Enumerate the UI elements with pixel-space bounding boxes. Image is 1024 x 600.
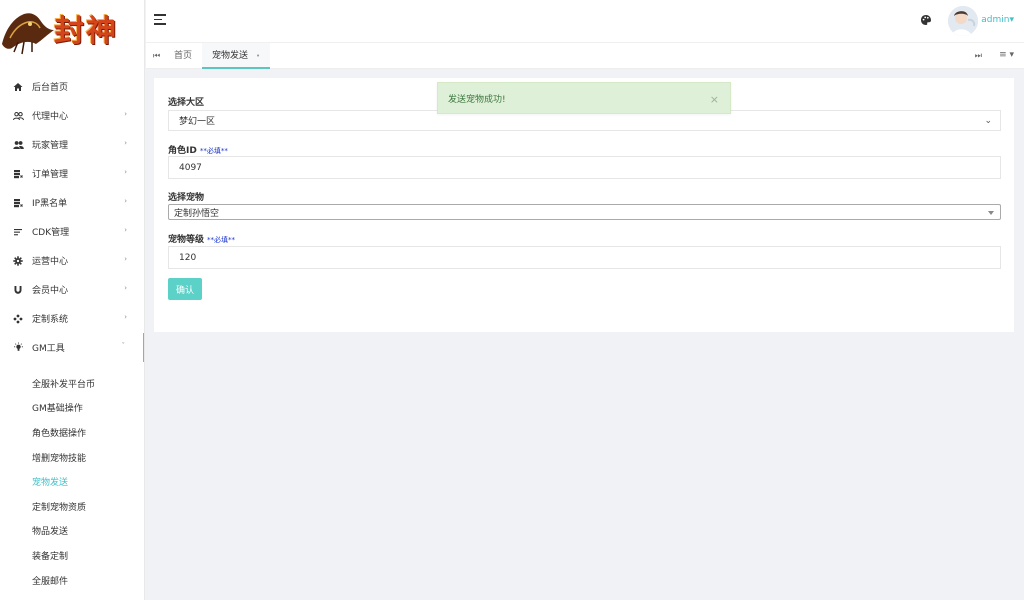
- chevron-right-icon: ›: [124, 284, 127, 292]
- pet-level-input[interactable]: 120: [168, 246, 1001, 269]
- close-icon[interactable]: ×: [710, 93, 719, 106]
- user-name: admin: [981, 15, 1010, 25]
- sidebar-item-label: 运营中心: [32, 257, 69, 267]
- role-id-input[interactable]: 4097: [168, 156, 1001, 179]
- sidebar-item-3[interactable]: 订单管理 ›: [0, 159, 144, 188]
- chevron-right-icon: ›: [124, 110, 127, 118]
- sidebar-item-label: 后台首页: [32, 83, 69, 93]
- submenu-item-5[interactable]: 定制宠物资质: [0, 494, 144, 519]
- tab-close-icon[interactable]: •: [256, 52, 260, 60]
- users-icon: [12, 139, 24, 151]
- chevron-down-icon: ⌄: [984, 115, 992, 126]
- pet-value: 定制孙悟空: [174, 208, 220, 219]
- sidebar-item-0[interactable]: 后台首页: [0, 72, 144, 101]
- chevron-right-icon: ›: [124, 226, 127, 234]
- submenu-item-4[interactable]: 宠物发送: [0, 469, 144, 494]
- home-icon: [12, 81, 24, 93]
- magnet-icon: [12, 284, 24, 296]
- chevron-right-icon: ›: [124, 168, 127, 176]
- chevron-down-icon: ˇ: [121, 342, 126, 350]
- submenu-item-3[interactable]: 增删宠物技能: [0, 445, 144, 470]
- chevron-right-icon: ›: [124, 313, 127, 321]
- pet-select[interactable]: 定制孙悟空: [168, 204, 1001, 220]
- sort-lines-icon: [12, 226, 24, 238]
- sidebar-item-label: IP黑名单: [32, 199, 68, 209]
- sidebar-item-label: 订单管理: [32, 170, 69, 180]
- pet-send-form: 选择大区 梦幻一区 ⌄ 角色ID **必填** 4097 选择宠物 定制孙悟空 宠…: [154, 78, 1014, 332]
- region-label: 选择大区: [168, 98, 205, 108]
- users-outline-icon: [12, 110, 24, 122]
- tab-options-icon[interactable]: ≡ ▾: [999, 50, 1014, 60]
- bulb-icon: [12, 342, 24, 354]
- caret-down-icon: [988, 211, 994, 215]
- confirm-button[interactable]: 确认: [168, 278, 202, 300]
- gamepad-icon: [12, 313, 24, 325]
- success-toast: 发送宠物成功! ×: [437, 82, 731, 114]
- tabs-bar: ⏮ 首页 宠物发送 • ⏭ ≡ ▾: [146, 42, 1024, 69]
- sidebar-item-8[interactable]: 定制系统 ›: [0, 304, 144, 333]
- caret-down-icon: ▾: [1009, 15, 1014, 25]
- gm-tools-submenu: 全服补发平台币 GM基础操作 角色数据操作 增删宠物技能 宠物发送 定制宠物资质 物品发送装…: [0, 362, 144, 600]
- tab-next-icon[interactable]: ⏭: [975, 51, 982, 61]
- gear-icon: [12, 255, 24, 267]
- sidebar-item-label: 玩家管理: [32, 141, 69, 151]
- tab-home[interactable]: 首页: [174, 43, 192, 69]
- pet-level-label: 宠物等级 **必填**: [168, 232, 235, 245]
- avatar-image: [948, 6, 978, 36]
- sidebar-item-6[interactable]: 运营中心 ›: [0, 246, 144, 275]
- toast-message: 发送宠物成功!: [448, 94, 506, 105]
- menu-toggle-icon[interactable]: [154, 14, 168, 26]
- sidebar-item-label: 定制系统: [32, 315, 69, 325]
- sidebar-item-9[interactable]: GM工具 ˇ: [0, 333, 144, 362]
- pet-level-label-text: 宠物等级: [168, 235, 205, 245]
- sidebar-item-5[interactable]: CDK管理 ›: [0, 217, 144, 246]
- palette-icon[interactable]: [920, 14, 932, 26]
- sidebar-item-7[interactable]: 会员中心 ›: [0, 275, 144, 304]
- chevron-right-icon: ›: [124, 255, 127, 263]
- avatar[interactable]: [948, 6, 978, 36]
- required-mark: **必填**: [207, 236, 236, 244]
- tab-pet-send[interactable]: 宠物发送 •: [202, 43, 271, 69]
- submenu-item-7[interactable]: 装备定制: [0, 543, 144, 568]
- sidebar-item-4[interactable]: IP黑名单 ›: [0, 188, 144, 217]
- sidebar-item-label: GM工具: [32, 344, 65, 354]
- submenu-item-9[interactable]: 公告&弹窗&GMD命令: [0, 592, 144, 600]
- sidebar-menu: 后台首页 代理中心 › 玩家管理 › 订单管理 › IP黑名单 › CDK管理 › 运营中心 › 会员中心…: [0, 72, 144, 600]
- role-id-value: 4097: [179, 162, 202, 173]
- sidebar: 封神 后台首页 代理中心 › 玩家管理 › 订单管理 › IP黑名单 › CDK管理 › 运营中心 › 会…: [0, 0, 145, 600]
- required-mark: **必填**: [199, 147, 228, 155]
- sidebar-item-label: 会员中心: [32, 286, 69, 296]
- sidebar-item-2[interactable]: 玩家管理 ›: [0, 130, 144, 159]
- topbar: admin▾: [146, 0, 1024, 42]
- database-icon: [12, 168, 24, 180]
- logo-text: 封神: [54, 14, 118, 49]
- role-id-label-text: 角色ID: [168, 146, 197, 156]
- sidebar-item-label: CDK管理: [32, 228, 70, 238]
- tab-label: 宠物发送: [212, 51, 249, 61]
- chevron-right-icon: ›: [124, 139, 127, 147]
- submenu-item-8[interactable]: 全服邮件: [0, 568, 144, 593]
- sidebar-item-1[interactable]: 代理中心 ›: [0, 101, 144, 130]
- pet-level-value: 120: [179, 252, 197, 263]
- role-id-label: 角色ID **必填**: [168, 143, 228, 156]
- user-menu[interactable]: admin▾: [981, 15, 1014, 25]
- submenu-item-6[interactable]: 物品发送: [0, 519, 144, 544]
- chevron-right-icon: ›: [124, 197, 127, 205]
- region-value: 梦幻一区: [179, 117, 216, 127]
- logo[interactable]: 封神: [0, 0, 144, 60]
- submenu-item-0[interactable]: 全服补发平台币: [0, 371, 144, 396]
- submenu-item-1[interactable]: GM基础操作: [0, 396, 144, 421]
- database-icon: [12, 197, 24, 209]
- sidebar-item-label: 代理中心: [32, 112, 69, 122]
- tab-prev-icon[interactable]: ⏮: [153, 51, 160, 61]
- submenu-item-2[interactable]: 角色数据操作: [0, 420, 144, 445]
- pet-label: 选择宠物: [168, 193, 205, 203]
